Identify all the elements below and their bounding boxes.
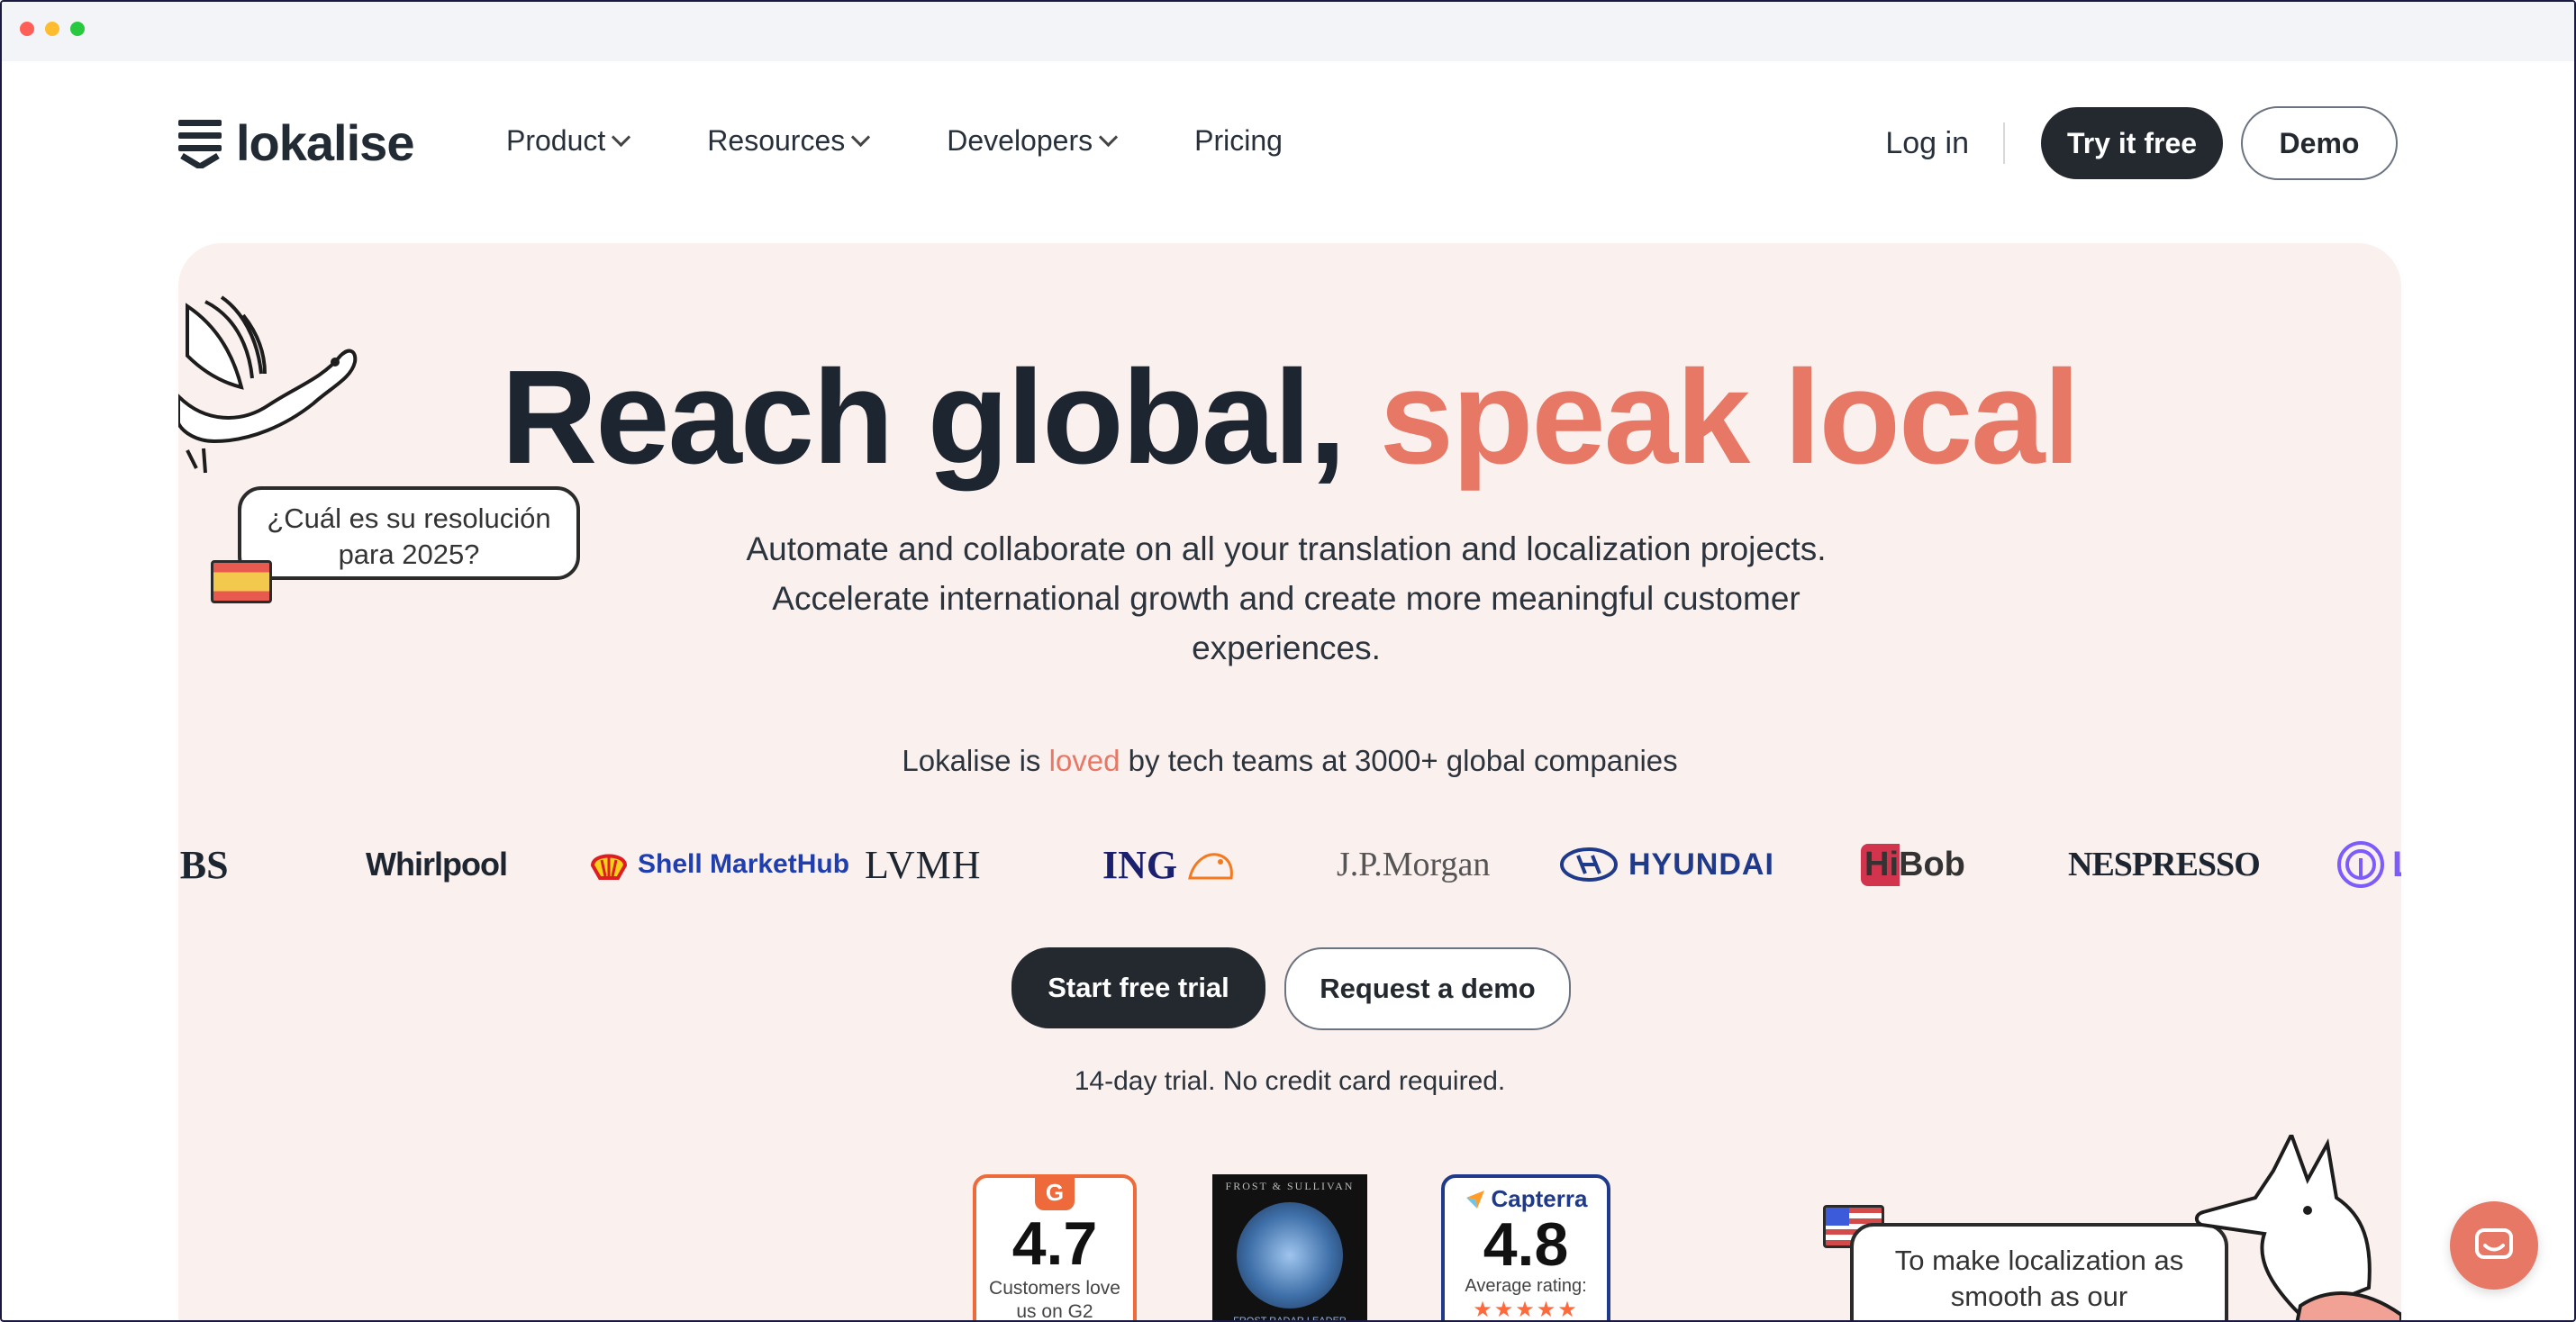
frost-sullivan-badge[interactable]: FROST & SULLIVAN FROST RADAR LEADER bbox=[1212, 1174, 1367, 1322]
close-window-button[interactable] bbox=[20, 22, 34, 36]
loved-prefix: Lokalise is bbox=[902, 744, 1049, 777]
logo-jpmorgan: J.P.Morgan bbox=[1337, 846, 1491, 883]
maximize-window-button[interactable] bbox=[70, 22, 85, 36]
capterra-rating-badge[interactable]: Capterra 4.8 Average rating: ★★★★★ bbox=[1441, 1174, 1610, 1322]
speech-bubble-left-text: ¿Cuál es su resolución para 2025? bbox=[267, 503, 551, 570]
g2-icon: G bbox=[1035, 1174, 1075, 1210]
nav-links: Product Resources Developers Pricing bbox=[506, 124, 1362, 158]
speech-bubble-right: To make localization as smooth as our bbox=[1850, 1223, 2228, 1320]
capterra-score: 4.8 bbox=[1483, 1210, 1569, 1279]
capterra-caption: Average rating: bbox=[1465, 1276, 1587, 1296]
nav-resources[interactable]: Resources bbox=[707, 124, 871, 158]
chevron-down-icon bbox=[1098, 127, 1119, 148]
loved-suffix: by tech teams at 3000+ global companies bbox=[1120, 744, 1678, 777]
shell-icon bbox=[590, 854, 628, 880]
headline-accent: speak local bbox=[1379, 343, 2081, 492]
g2-rating-badge[interactable]: G 4.7 Customers love us on G2 bbox=[973, 1174, 1137, 1322]
nav-resources-label: Resources bbox=[707, 124, 846, 157]
chevron-down-icon bbox=[851, 127, 871, 148]
logo-nespresso: NESPRESSO bbox=[2068, 846, 2261, 883]
logo-hyundai: HYUNDAI bbox=[1560, 819, 1774, 910]
capterra-arrow-icon bbox=[1465, 1190, 1484, 1209]
partial-logo-text: L bbox=[2392, 845, 2401, 885]
logo-text: lokalise bbox=[236, 114, 414, 171]
logo-whirlpool: Whirlpool bbox=[366, 846, 508, 883]
top-navigation: lokalise Product Resources Developers Pr… bbox=[2, 61, 2574, 241]
hero-section: ¿Cuál es su resolución para 2025? Reach … bbox=[178, 243, 2401, 1322]
hero-headline: Reach global, speak local bbox=[178, 351, 2401, 484]
customer-logos: DBS Whirlpool Shell MarketHub LVMH ING J… bbox=[178, 819, 2401, 910]
frost-radar-icon bbox=[1237, 1202, 1343, 1308]
login-link[interactable]: Log in bbox=[1885, 126, 1969, 161]
logo-dbs: DBS bbox=[178, 842, 229, 887]
ing-text: ING bbox=[1102, 842, 1178, 887]
g2-score: 4.7 bbox=[1011, 1209, 1098, 1278]
chat-launcher-button[interactable] bbox=[2450, 1201, 2538, 1290]
capterra-stars: ★★★★★ bbox=[1473, 1298, 1579, 1322]
hibob-text: HiBob bbox=[1861, 843, 1969, 886]
chat-icon bbox=[2475, 1228, 2513, 1259]
ing-lion-icon bbox=[1188, 853, 1233, 880]
nav-actions: Log in Try it free Demo bbox=[1885, 106, 2398, 180]
logo-shell-markethub: Shell MarketHub bbox=[589, 819, 849, 910]
shell-markethub-text: Shell MarketHub bbox=[638, 849, 850, 879]
logo-hibob: HiBob bbox=[1861, 819, 1969, 910]
nav-developers[interactable]: Developers bbox=[947, 124, 1119, 158]
logo-partial: L bbox=[2336, 819, 2401, 910]
nav-product-label: Product bbox=[506, 124, 606, 157]
capterra-header: Capterra bbox=[1445, 1178, 1607, 1213]
spain-flag-icon bbox=[211, 560, 272, 603]
browser-window: lokalise Product Resources Developers Pr… bbox=[0, 0, 2576, 1322]
try-free-button[interactable]: Try it free bbox=[2041, 107, 2223, 179]
start-free-trial-button[interactable]: Start free trial bbox=[1011, 947, 1265, 1028]
minimize-window-button[interactable] bbox=[45, 22, 59, 36]
logo-lvmh: LVMH bbox=[865, 842, 982, 887]
chevron-down-icon bbox=[612, 127, 631, 148]
nav-pricing-label: Pricing bbox=[1194, 124, 1283, 157]
fox-illustration bbox=[2195, 1135, 2401, 1320]
capterra-name: Capterra bbox=[1491, 1185, 1588, 1212]
social-proof-line: Lokalise is loved by tech teams at 3000+… bbox=[178, 744, 2401, 778]
speech-bubble-left: ¿Cuál es su resolución para 2025? bbox=[238, 486, 580, 580]
hero-subtext: Automate and collaborate on all your tra… bbox=[746, 530, 1827, 666]
fingerprint-icon bbox=[2337, 841, 2384, 888]
hyundai-icon bbox=[1560, 847, 1618, 882]
nav-divider bbox=[2003, 122, 2005, 164]
lokalise-logo-icon bbox=[178, 119, 222, 168]
nav-pricing[interactable]: Pricing bbox=[1194, 124, 1283, 158]
frost-bottom-text: FROST RADAR LEADER bbox=[1233, 1316, 1347, 1322]
frost-top-text: FROST & SULLIVAN bbox=[1225, 1180, 1355, 1192]
logo-ing: ING bbox=[1102, 819, 1237, 910]
browser-titlebar bbox=[2, 2, 2574, 61]
nav-product[interactable]: Product bbox=[506, 124, 631, 158]
g2-caption: Customers love us on G2 bbox=[989, 1278, 1120, 1322]
trial-note: 14-day trial. No credit card required. bbox=[1074, 1066, 1506, 1096]
speech-bubble-right-text: To make localization as smooth as our bbox=[1894, 1245, 2184, 1312]
lokalise-logo[interactable]: lokalise bbox=[178, 113, 414, 172]
request-demo-button[interactable]: Request a demo bbox=[1284, 947, 1571, 1030]
hyundai-text: HYUNDAI bbox=[1628, 847, 1774, 882]
headline-main: Reach global, bbox=[501, 343, 1380, 492]
hero-cta-row: Start free trial Request a demo bbox=[178, 947, 2401, 1030]
demo-button[interactable]: Demo bbox=[2241, 106, 2398, 180]
loved-word: loved bbox=[1048, 744, 1120, 777]
nav-developers-label: Developers bbox=[947, 124, 1093, 157]
